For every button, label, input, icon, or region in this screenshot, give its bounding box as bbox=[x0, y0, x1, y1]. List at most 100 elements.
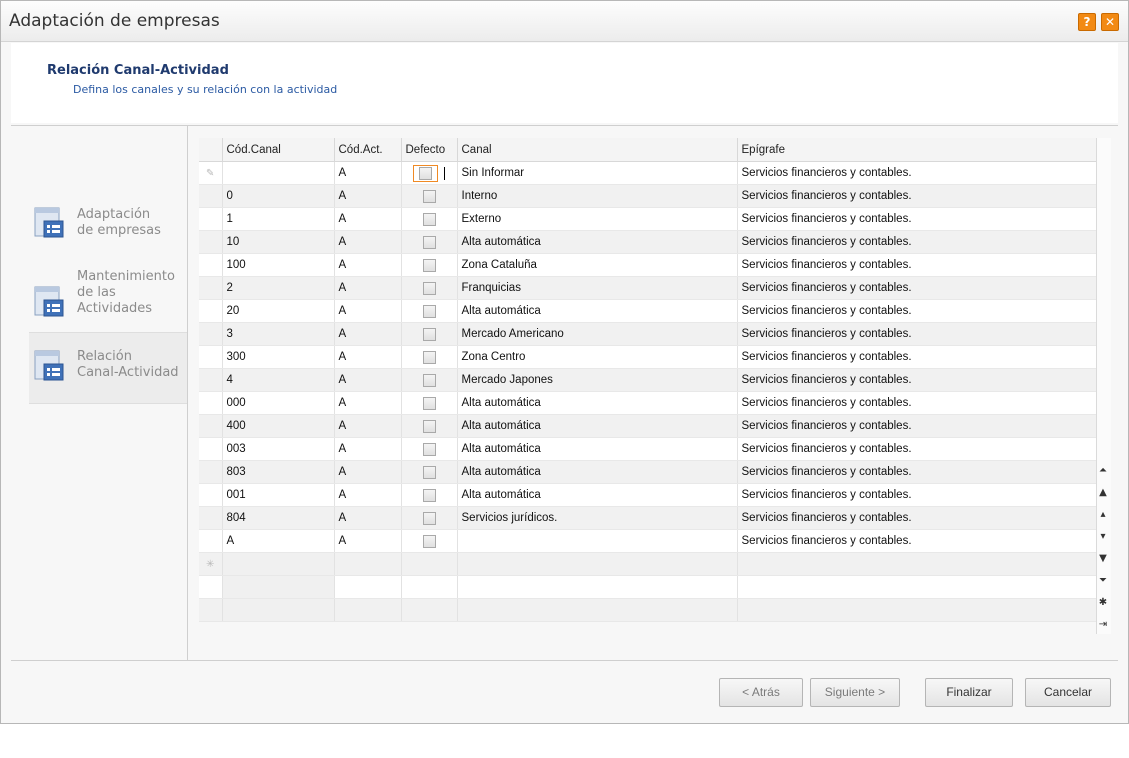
cell-cod-canal[interactable]: 803 bbox=[222, 460, 335, 484]
step-mantenimiento-actividades[interactable]: Mantenimiento de las Actividades bbox=[29, 266, 187, 336]
table-row[interactable]: 400 A Alta automática Servicios financieros… bbox=[199, 414, 1098, 438]
cell-cod-act[interactable]: A bbox=[334, 506, 402, 530]
cell-defecto[interactable] bbox=[401, 276, 458, 300]
table-row[interactable]: 000 A Alta automática Servicios financieros… bbox=[199, 391, 1098, 415]
default-checkbox[interactable] bbox=[422, 511, 436, 525]
cell-cod-act[interactable]: A bbox=[334, 322, 402, 346]
next-button[interactable]: Siguiente > bbox=[810, 678, 900, 707]
column-header-defecto[interactable]: Defecto bbox=[401, 138, 458, 162]
previous-page-button[interactable]: ▲ bbox=[1096, 482, 1110, 504]
default-checkbox[interactable] bbox=[422, 304, 436, 318]
cell-defecto[interactable] bbox=[401, 506, 458, 530]
cell-canal[interactable]: Alta automática bbox=[457, 483, 738, 507]
cell-cod-canal[interactable]: 2 bbox=[222, 276, 335, 300]
table-row[interactable]: 300 A Zona Centro Servicios financieros y c… bbox=[199, 345, 1098, 369]
table-row[interactable]: 001 A Alta automática Servicios financieros… bbox=[199, 483, 1098, 507]
cell-defecto[interactable] bbox=[401, 345, 458, 369]
cell-cod-canal[interactable]: 4 bbox=[222, 368, 335, 392]
cell-canal[interactable]: Alta automática bbox=[457, 299, 738, 323]
cell-defecto[interactable] bbox=[401, 253, 458, 277]
cell-cod-canal[interactable]: 3 bbox=[222, 322, 335, 346]
table-row[interactable]: 803 A Alta automática Servicios financieros… bbox=[199, 460, 1098, 484]
cell-epigrafe[interactable]: Servicios financieros y contables. bbox=[737, 368, 1098, 392]
next-record-button[interactable]: ▾ bbox=[1096, 526, 1110, 548]
cell-canal[interactable]: Mercado Japones bbox=[457, 368, 738, 392]
cell-cod-act[interactable]: A bbox=[334, 460, 402, 484]
cell-canal[interactable] bbox=[457, 529, 738, 553]
default-checkbox[interactable] bbox=[422, 488, 436, 502]
step-relacion-canal-actividad[interactable]: Relación Canal-Actividad bbox=[29, 332, 187, 404]
default-checkbox[interactable] bbox=[422, 281, 436, 295]
cell-cod-canal[interactable]: 003 bbox=[222, 437, 335, 461]
cell-cod-canal[interactable]: 001 bbox=[222, 483, 335, 507]
cell-cod-canal[interactable]: 0 bbox=[222, 184, 335, 208]
cell-canal[interactable]: Alta automática bbox=[457, 230, 738, 254]
cell-defecto[interactable] bbox=[401, 437, 458, 461]
cell-defecto[interactable] bbox=[401, 483, 458, 507]
table-row[interactable]: A A Servicios financieros y contables. bbox=[199, 529, 1098, 553]
default-checkbox[interactable] bbox=[422, 258, 436, 272]
cell-cod-act[interactable]: A bbox=[334, 253, 402, 277]
first-page-button[interactable]: ⏶ bbox=[1096, 460, 1110, 482]
cell-cod-act[interactable]: A bbox=[334, 161, 402, 185]
cell-canal[interactable]: Externo bbox=[457, 207, 738, 231]
cell-epigrafe[interactable]: Servicios financieros y contables. bbox=[737, 299, 1098, 323]
column-header-epigrafe[interactable]: Epígrafe bbox=[737, 138, 1098, 162]
table-row[interactable]: 3 A Mercado Americano Servicios financieros… bbox=[199, 322, 1098, 346]
cell-epigrafe[interactable] bbox=[737, 552, 1098, 576]
table-row[interactable]: ✎ A Sin Informar Servicios financieros y co… bbox=[199, 161, 1098, 185]
close-icon[interactable]: ✕ bbox=[1101, 13, 1119, 31]
back-button[interactable]: < Atrás bbox=[719, 678, 803, 707]
cell-defecto[interactable] bbox=[401, 460, 458, 484]
step-adaptacion-empresas[interactable]: Adaptación de empresas bbox=[29, 192, 187, 262]
next-page-button[interactable]: ▼ bbox=[1096, 548, 1110, 570]
default-checkbox[interactable] bbox=[422, 189, 436, 203]
cell-epigrafe[interactable]: Servicios financieros y contables. bbox=[737, 483, 1098, 507]
cell-epigrafe[interactable]: Servicios financieros y contables. bbox=[737, 460, 1098, 484]
cell-defecto[interactable] bbox=[401, 529, 458, 553]
table-row[interactable]: 20 A Alta automática Servicios financieros … bbox=[199, 299, 1098, 323]
new-row[interactable]: ✳ bbox=[199, 552, 1098, 576]
cell-cod-act[interactable]: A bbox=[334, 345, 402, 369]
cell-cod-canal[interactable]: 100 bbox=[222, 253, 335, 277]
cell-canal[interactable]: Alta automática bbox=[457, 414, 738, 438]
cell-cod-canal[interactable] bbox=[222, 161, 335, 185]
cell-epigrafe[interactable]: Servicios financieros y contables. bbox=[737, 529, 1098, 553]
cell-canal[interactable]: Zona Cataluña bbox=[457, 253, 738, 277]
cell-epigrafe[interactable]: Servicios financieros y contables. bbox=[737, 322, 1098, 346]
cell-defecto[interactable] bbox=[401, 552, 458, 576]
cell-cod-act[interactable]: A bbox=[334, 368, 402, 392]
cell-canal[interactable]: Interno bbox=[457, 184, 738, 208]
cell-canal[interactable]: Sin Informar bbox=[457, 161, 738, 185]
column-header-cod-canal[interactable]: Cód.Canal bbox=[222, 138, 335, 162]
help-icon[interactable]: ? bbox=[1078, 13, 1096, 31]
cell-epigrafe[interactable]: Servicios financieros y contables. bbox=[737, 345, 1098, 369]
cell-cod-act[interactable]: A bbox=[334, 437, 402, 461]
cell-defecto[interactable] bbox=[401, 414, 458, 438]
cell-defecto[interactable] bbox=[401, 207, 458, 231]
cell-canal[interactable]: Servicios jurídicos. bbox=[457, 506, 738, 530]
column-header-canal[interactable]: Canal bbox=[457, 138, 738, 162]
cell-cod-canal[interactable]: 10 bbox=[222, 230, 335, 254]
cell-epigrafe[interactable]: Servicios financieros y contables. bbox=[737, 506, 1098, 530]
cell-cod-canal[interactable]: 20 bbox=[222, 299, 335, 323]
new-record-button[interactable]: ✱ bbox=[1096, 592, 1110, 614]
default-checkbox[interactable] bbox=[419, 166, 432, 180]
cell-cod-act[interactable]: A bbox=[334, 391, 402, 415]
table-row[interactable]: 4 A Mercado Japones Servicios financieros y… bbox=[199, 368, 1098, 392]
cell-cod-act[interactable]: A bbox=[334, 483, 402, 507]
cell-epigrafe[interactable]: Servicios financieros y contables. bbox=[737, 184, 1098, 208]
last-page-button[interactable]: ⏷ bbox=[1096, 570, 1110, 592]
cell-epigrafe[interactable]: Servicios financieros y contables. bbox=[737, 161, 1098, 185]
cell-canal[interactable] bbox=[457, 552, 738, 576]
cell-epigrafe[interactable]: Servicios financieros y contables. bbox=[737, 276, 1098, 300]
cell-defecto[interactable] bbox=[401, 161, 458, 185]
cell-cod-act[interactable]: A bbox=[334, 529, 402, 553]
cell-cod-canal[interactable]: 300 bbox=[222, 345, 335, 369]
cell-cod-canal[interactable]: 000 bbox=[222, 391, 335, 415]
cell-epigrafe[interactable]: Servicios financieros y contables. bbox=[737, 253, 1098, 277]
table-row[interactable]: 2 A Franquicias Servicios financieros y con… bbox=[199, 276, 1098, 300]
go-to-record-button[interactable]: ⇥ bbox=[1096, 614, 1110, 636]
default-checkbox[interactable] bbox=[422, 465, 436, 479]
cell-canal[interactable]: Alta automática bbox=[457, 391, 738, 415]
